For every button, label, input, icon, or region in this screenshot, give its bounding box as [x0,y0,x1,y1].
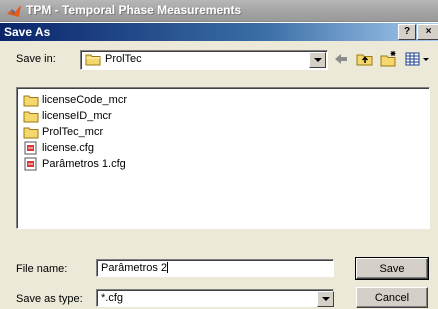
file-name-label: File name: [16,263,68,275]
folder-icon [23,95,39,106]
folder-icon [23,111,39,122]
file-name: ProlTec_mcr [42,126,104,138]
list-item-folder[interactable]: ProlTec_mcr [23,124,103,140]
save-in-dropdown-button[interactable] [309,52,326,68]
file-name: licenseID_mcr [42,110,112,122]
save-button[interactable]: Save [355,257,429,280]
up-folder-icon[interactable] [356,50,374,68]
matlab-icon [7,5,21,17]
file-name: license.cfg [42,142,94,154]
parent-window-title: TPM - Temporal Phase Measurements [26,3,242,17]
save-in-dropdown[interactable]: ProlTec [80,50,328,70]
file-name-input[interactable]: Parâmetros 2 [96,259,334,277]
list-item-folder[interactable]: licenseCode_mcr [23,92,127,108]
cancel-button[interactable]: Cancel [356,287,428,308]
new-folder-icon[interactable] [380,50,398,68]
close-button[interactable]: × [417,24,438,40]
chevron-down-icon [322,297,330,301]
file-name-value: Parâmetros 2 [101,262,168,274]
text-caret [167,262,169,273]
file-list[interactable]: licenseCode_mcr licenseID_mcr ProlTec_mc… [16,87,430,229]
file-name: Parâmetros 1.cfg [42,158,126,170]
save-as-dialog: Save As ? × Save in: ProlTec licenseCode… [0,22,438,308]
cfg-file-icon [24,157,37,171]
save-as-type-value: *.cfg [101,292,124,304]
folder-icon [85,54,101,66]
parent-window-titlebar: TPM - Temporal Phase Measurements [0,0,438,22]
save-in-label: Save in: [16,53,56,65]
dialog-title: Save As [4,25,51,39]
back-icon[interactable] [332,50,350,68]
list-item-folder[interactable]: licenseID_mcr [23,108,112,124]
views-menu-icon[interactable] [404,50,432,68]
folder-icon [23,127,39,138]
file-name: licenseCode_mcr [42,94,127,106]
save-in-value: ProlTec [105,53,142,65]
save-as-type-dropdown[interactable]: *.cfg [96,289,334,307]
chevron-down-icon [314,58,322,62]
help-button[interactable]: ? [398,24,416,40]
list-item-file[interactable]: Parâmetros 1.cfg [23,156,126,172]
save-as-type-dropdown-button[interactable] [317,291,334,307]
cfg-file-icon [24,141,37,155]
list-item-file[interactable]: license.cfg [23,140,94,156]
dialog-titlebar[interactable]: Save As ? × [0,23,438,41]
